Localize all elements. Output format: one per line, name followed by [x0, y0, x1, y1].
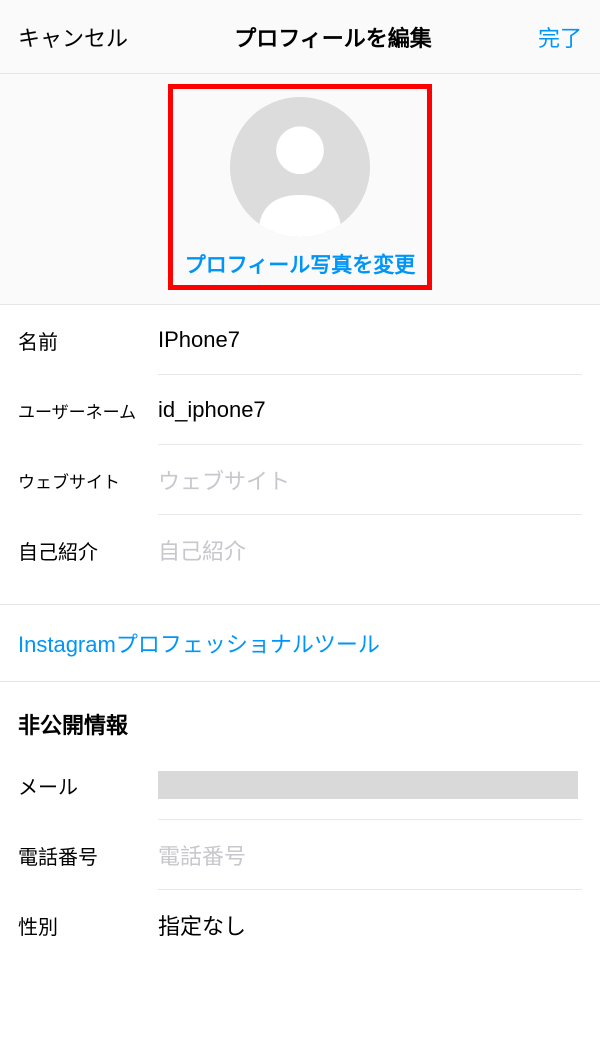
- bio-row: 自己紹介 自己紹介: [0, 515, 600, 585]
- username-input[interactable]: id_iphone7: [158, 375, 582, 445]
- email-row: メール: [0, 750, 600, 820]
- name-label: 名前: [18, 326, 158, 355]
- website-input[interactable]: ウェブサイト: [158, 445, 582, 515]
- name-input[interactable]: IPhone7: [158, 305, 582, 375]
- bio-input[interactable]: 自己紹介: [158, 515, 582, 585]
- page-title: プロフィールを編集: [234, 21, 432, 53]
- gender-row: 性別 指定なし: [0, 890, 600, 960]
- cancel-button[interactable]: キャンセル: [18, 21, 128, 53]
- website-row: ウェブサイト ウェブサイト: [0, 445, 600, 515]
- bio-label: 自己紹介: [18, 536, 158, 565]
- phone-label: 電話番号: [18, 841, 158, 870]
- done-button[interactable]: 完了: [538, 21, 582, 53]
- person-icon: [230, 97, 370, 237]
- gender-input[interactable]: 指定なし: [158, 890, 582, 960]
- profile-fields: 名前 IPhone7 ユーザーネーム id_iphone7 ウェブサイト ウェブ…: [0, 305, 600, 585]
- header-bar: キャンセル プロフィールを編集 完了: [0, 0, 600, 74]
- section-spacer: [0, 585, 600, 605]
- username-row: ユーザーネーム id_iphone7: [0, 375, 600, 445]
- gender-label: 性別: [18, 911, 158, 940]
- private-info-heading: 非公開情報: [0, 682, 600, 750]
- name-row: 名前 IPhone7: [0, 305, 600, 375]
- private-info-section: 非公開情報 メール 電話番号 電話番号 性別 指定なし: [0, 682, 600, 960]
- phone-input[interactable]: 電話番号: [158, 820, 582, 890]
- profile-photo-section: プロフィール写真を変更: [0, 74, 600, 305]
- phone-row: 電話番号 電話番号: [0, 820, 600, 890]
- highlight-annotation: プロフィール写真を変更: [168, 84, 433, 290]
- professional-tools-link[interactable]: Instagramプロフェッショナルツール: [0, 605, 600, 682]
- redacted-email-value: [158, 771, 578, 799]
- email-input[interactable]: [158, 750, 582, 820]
- email-label: メール: [18, 771, 158, 800]
- change-photo-button[interactable]: プロフィール写真を変更: [185, 249, 416, 279]
- username-label: ユーザーネーム: [18, 398, 158, 423]
- website-label: ウェブサイト: [18, 468, 158, 493]
- avatar-placeholder[interactable]: [230, 97, 370, 237]
